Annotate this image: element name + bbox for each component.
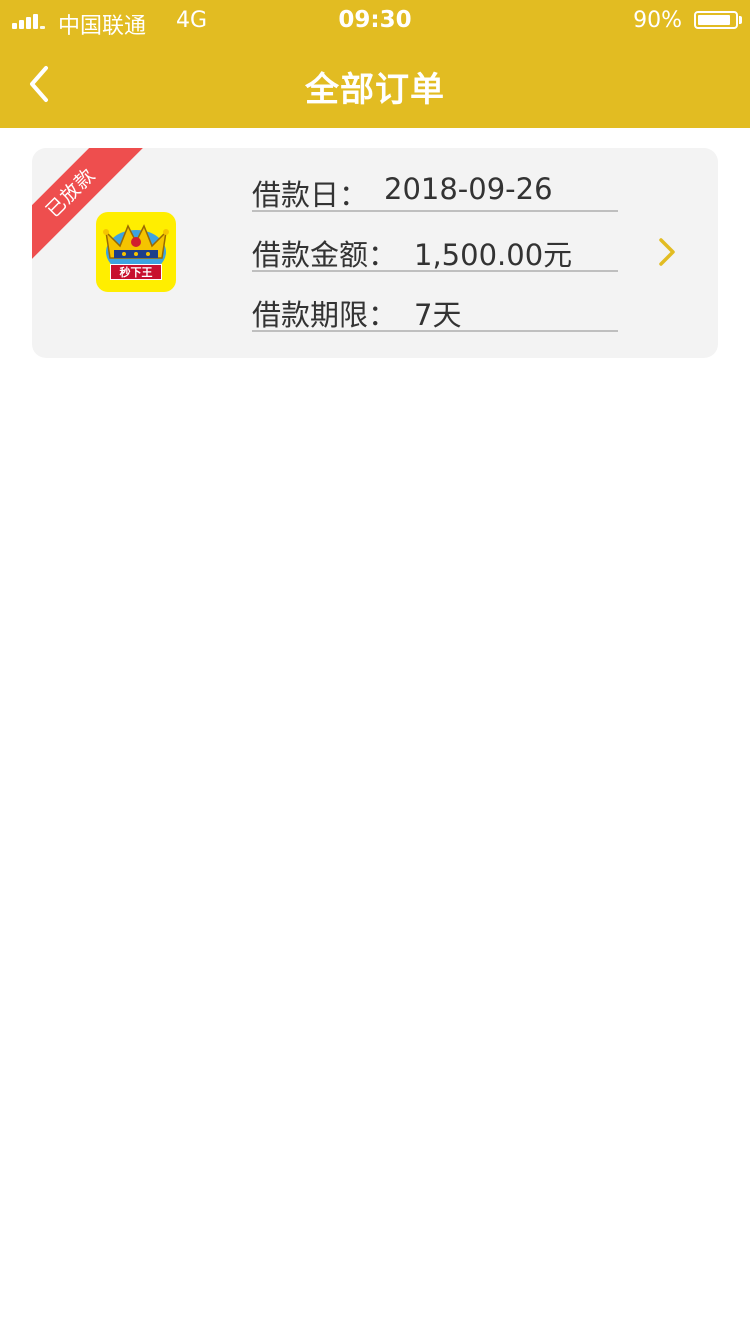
loan-date-value: 2018-09-26 [384,172,553,206]
order-card[interactable]: 已放款 秒下王 借款日： 2018-09-26 借款金额： 1,500.00元 … [32,148,718,358]
loan-term-row: 借款期限： 7天 [252,272,618,332]
loan-date-label: 借款日： [252,178,369,212]
loan-amount-label: 借款金额： [252,238,398,272]
app-logo-label: 秒下王 [110,264,162,280]
status-bar: 中国联通 4G 09:30 90% [0,0,750,42]
battery-icon [694,11,738,29]
app-logo: 秒下王 [96,212,176,292]
loan-term-value: 7天 [414,298,462,332]
page-title: 全部订单 [305,70,445,110]
loan-date-row: 借款日： 2018-09-26 [252,152,618,212]
loan-term-label: 借款期限： [252,298,398,332]
chevron-right-icon[interactable] [652,232,682,272]
battery-percent: 90% [633,8,682,33]
loan-amount-row: 借款金额： 1,500.00元 [252,212,618,272]
loan-amount-value: 1,500.00元 [414,238,573,272]
battery-nub [739,16,742,24]
nav-bar: 全部订单 [0,42,750,128]
header: 中国联通 4G 09:30 90% 全部订单 [0,0,750,128]
